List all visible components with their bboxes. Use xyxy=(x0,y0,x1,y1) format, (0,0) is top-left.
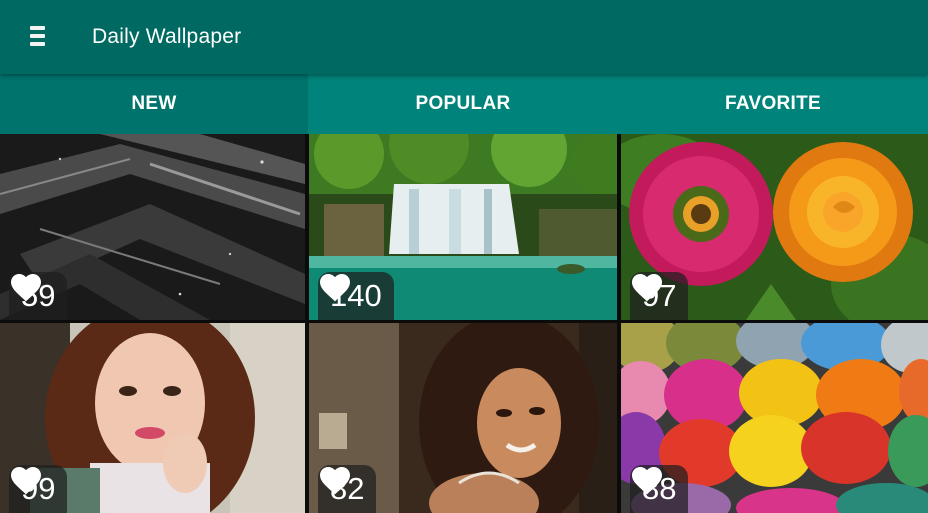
wallpaper-tile-yarn[interactable]: 88 xyxy=(621,323,928,513)
heart-icon xyxy=(632,274,662,302)
heart-icon xyxy=(320,274,350,302)
like-badge: 88 xyxy=(630,465,689,513)
like-badge: 59 xyxy=(9,272,68,320)
like-badge: 97 xyxy=(630,272,689,320)
tab-new[interactable]: NEW xyxy=(0,74,308,134)
tab-popular[interactable]: POPULAR xyxy=(308,74,618,134)
heart-icon xyxy=(11,467,41,495)
heart-icon xyxy=(320,467,350,495)
wallpaper-tile-woman[interactable]: 82 xyxy=(309,323,617,513)
heart-icon xyxy=(11,274,41,302)
hamburger-menu-icon[interactable] xyxy=(28,24,48,50)
tab-favorite[interactable]: FAVORITE xyxy=(618,74,928,134)
wallpaper-tile-flowers[interactable]: 97 xyxy=(621,134,928,320)
wallpaper-tile-waterfall[interactable]: 140 xyxy=(309,134,617,320)
like-badge: 140 xyxy=(318,272,394,320)
heart-icon xyxy=(632,467,662,495)
tab-bar: NEW POPULAR FAVORITE xyxy=(0,74,928,134)
wallpaper-tile-portrait[interactable]: 99 xyxy=(0,323,305,513)
wallpaper-tile-abstract[interactable]: 59 xyxy=(0,134,305,320)
like-badge: 82 xyxy=(318,465,377,513)
wallpaper-grid: 59 140 97 99 82 88 xyxy=(0,134,928,513)
app-bar: Daily Wallpaper xyxy=(0,0,928,74)
app-title: Daily Wallpaper xyxy=(92,25,242,48)
like-badge: 99 xyxy=(9,465,68,513)
